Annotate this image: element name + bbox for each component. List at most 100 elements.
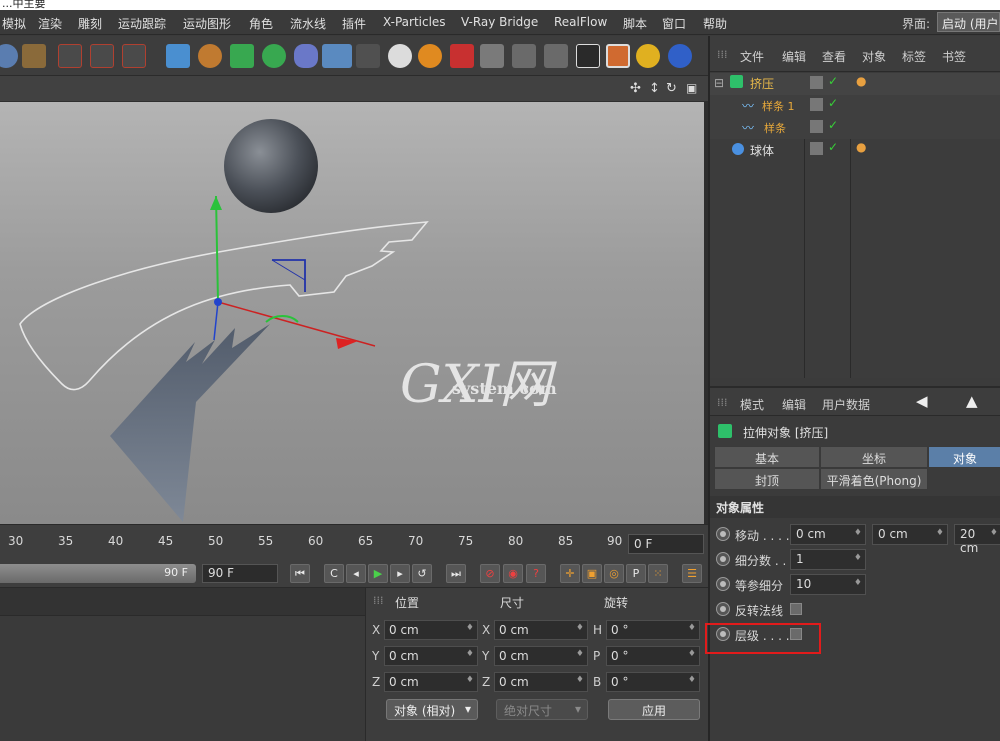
am-menu-userdata[interactable]: 用户数据 bbox=[822, 396, 870, 413]
z-axis-handle[interactable] bbox=[213, 301, 219, 341]
am-menu-mode[interactable]: 模式 bbox=[740, 396, 764, 413]
om-menu-file[interactable]: 文件 bbox=[740, 48, 764, 65]
enabled-check-icon[interactable]: ✓ bbox=[828, 74, 838, 88]
size-z-field[interactable]: 0 cm bbox=[494, 672, 588, 692]
next-key-icon[interactable]: ↺ bbox=[412, 564, 432, 583]
keyframe-selection-icon[interactable]: ? bbox=[526, 564, 546, 583]
key-rotation-icon[interactable]: ◎ bbox=[604, 564, 624, 583]
menu-pipeline[interactable]: 流水线 bbox=[290, 15, 326, 32]
timeline-menu-icon[interactable]: ☰ bbox=[682, 564, 702, 583]
layer-icon[interactable] bbox=[810, 120, 823, 133]
tab-caps[interactable]: 封顶 bbox=[714, 468, 820, 490]
vray-frame-icon[interactable] bbox=[606, 44, 630, 68]
autokey-icon[interactable]: ◉ bbox=[503, 564, 523, 583]
object-row-spline-1[interactable]: 〰 样条 1 ✓ bbox=[710, 95, 1000, 117]
maximize-view-icon[interactable]: ▣ bbox=[686, 81, 697, 95]
y-axis-arrow[interactable] bbox=[210, 196, 222, 210]
object-row-extrude[interactable]: ⊟ 挤压 ✓ ● bbox=[710, 73, 1000, 95]
sphere-object[interactable] bbox=[224, 119, 318, 213]
key-position-icon[interactable]: ✛ bbox=[560, 564, 580, 583]
render-view-icon[interactable] bbox=[58, 44, 82, 68]
rotate-view-icon[interactable]: ↻ bbox=[666, 81, 677, 96]
pos-z-field[interactable]: 0 cm bbox=[384, 672, 478, 692]
xp-system-icon[interactable] bbox=[512, 44, 536, 68]
menu-render[interactable]: 渲染 bbox=[38, 15, 62, 32]
size-x-field[interactable]: 0 cm bbox=[494, 620, 588, 640]
menu-simulate[interactable]: 模拟 bbox=[2, 15, 26, 32]
frame-range-slider[interactable]: 90 F bbox=[0, 564, 196, 583]
subdivision-field[interactable]: 1 bbox=[790, 549, 866, 570]
axis-origin[interactable] bbox=[214, 298, 222, 306]
pos-y-field[interactable]: 0 cm bbox=[384, 646, 478, 666]
collapse-icon[interactable]: ⊟ bbox=[714, 76, 724, 90]
light-icon[interactable] bbox=[388, 44, 412, 68]
back-arrow-icon[interactable]: ◀ bbox=[916, 392, 928, 410]
menu-x-particles[interactable]: X-Particles bbox=[383, 15, 446, 29]
3d-viewport[interactable]: GXI网 system.com bbox=[0, 102, 704, 524]
material-icon[interactable] bbox=[418, 44, 442, 68]
tab-basic[interactable]: 基本 bbox=[714, 446, 820, 468]
menu-sculpt[interactable]: 雕刻 bbox=[78, 15, 102, 32]
rot-p-field[interactable]: 0 ° bbox=[606, 646, 700, 666]
vray-sphere-icon[interactable] bbox=[668, 44, 692, 68]
om-menu-bookmarks[interactable]: 书签 bbox=[942, 48, 966, 65]
step-forward-icon[interactable]: ▸ bbox=[390, 564, 410, 583]
help-icon[interactable] bbox=[450, 44, 474, 68]
enabled-check-icon[interactable]: ✓ bbox=[828, 140, 838, 154]
move-view-icon[interactable]: ✣ bbox=[630, 81, 641, 96]
coordinate-mode-dropdown[interactable]: 对象 (相对) ▾ bbox=[386, 699, 478, 720]
layout-select[interactable]: 启动 (用户 bbox=[937, 12, 1000, 32]
tab-coordinates[interactable]: 坐标 bbox=[820, 446, 928, 468]
key-pla-icon[interactable]: ⁙ bbox=[648, 564, 668, 583]
subdivision-icon[interactable] bbox=[230, 44, 254, 68]
camera-icon[interactable] bbox=[356, 44, 380, 68]
om-menu-view[interactable]: 查看 bbox=[822, 48, 846, 65]
object-row-sphere[interactable]: 球体 ✓ ● bbox=[710, 139, 1000, 161]
extruded-spline-shape[interactable] bbox=[110, 324, 270, 522]
current-frame-field[interactable]: 0 F bbox=[628, 534, 704, 554]
animate-radio-icon[interactable] bbox=[716, 552, 730, 566]
movement-y-field[interactable]: 0 cm bbox=[872, 524, 948, 545]
clapper-icon[interactable] bbox=[576, 44, 600, 68]
cube-icon[interactable] bbox=[166, 44, 190, 68]
menu-mograph[interactable]: 运动图形 bbox=[183, 15, 231, 32]
pen-icon[interactable] bbox=[198, 44, 222, 68]
rot-h-field[interactable]: 0 ° bbox=[606, 620, 700, 640]
pos-x-field[interactable]: 0 cm bbox=[384, 620, 478, 640]
prev-key-icon[interactable]: C bbox=[324, 564, 344, 583]
om-menu-tags[interactable]: 标签 bbox=[902, 48, 926, 65]
animate-radio-icon[interactable] bbox=[716, 602, 730, 616]
animate-radio-icon[interactable] bbox=[716, 577, 730, 591]
material-tag-icon[interactable]: ● bbox=[856, 74, 866, 88]
tab-object[interactable]: 对象 bbox=[928, 446, 1000, 468]
enabled-check-icon[interactable]: ✓ bbox=[828, 118, 838, 132]
menu-motion-tracking[interactable]: 运动跟踪 bbox=[118, 15, 166, 32]
play-icon[interactable]: ▶ bbox=[368, 564, 388, 583]
vray-light-icon[interactable] bbox=[636, 44, 660, 68]
layer-icon[interactable] bbox=[810, 98, 823, 111]
om-menu-object[interactable]: 对象 bbox=[862, 48, 886, 65]
menu-help[interactable]: 帮助 bbox=[703, 15, 727, 32]
end-frame-field[interactable]: 90 F bbox=[202, 564, 278, 583]
menu-window[interactable]: 窗口 bbox=[662, 15, 686, 32]
layer-icon[interactable] bbox=[810, 76, 823, 89]
tab-phong[interactable]: 平滑着色(Phong) bbox=[820, 468, 928, 490]
axis-icon[interactable] bbox=[22, 44, 46, 68]
menu-script[interactable]: 脚本 bbox=[623, 15, 647, 32]
isoparm-field[interactable]: 10 bbox=[790, 574, 866, 595]
render-picture-viewer-icon[interactable] bbox=[90, 44, 114, 68]
material-tag-icon[interactable]: ● bbox=[856, 140, 866, 154]
movement-z-field[interactable]: 20 cm bbox=[954, 524, 1000, 555]
enabled-check-icon[interactable]: ✓ bbox=[828, 96, 838, 110]
xp-grid-icon[interactable] bbox=[544, 44, 568, 68]
flip-normals-checkbox[interactable] bbox=[790, 603, 802, 615]
apply-button[interactable]: 应用 bbox=[608, 699, 700, 720]
up-arrow-icon[interactable]: ▲ bbox=[966, 392, 978, 410]
cloner-icon[interactable] bbox=[262, 44, 286, 68]
am-menu-edit[interactable]: 编辑 bbox=[782, 396, 806, 413]
layer-icon[interactable] bbox=[810, 142, 823, 155]
deformer-icon[interactable] bbox=[294, 44, 318, 68]
size-mode-dropdown[interactable]: 绝对尺寸 ▾ bbox=[496, 699, 588, 720]
object-row-spline[interactable]: 〰 样条 ✓ bbox=[710, 117, 1000, 139]
menu-character[interactable]: 角色 bbox=[249, 15, 273, 32]
